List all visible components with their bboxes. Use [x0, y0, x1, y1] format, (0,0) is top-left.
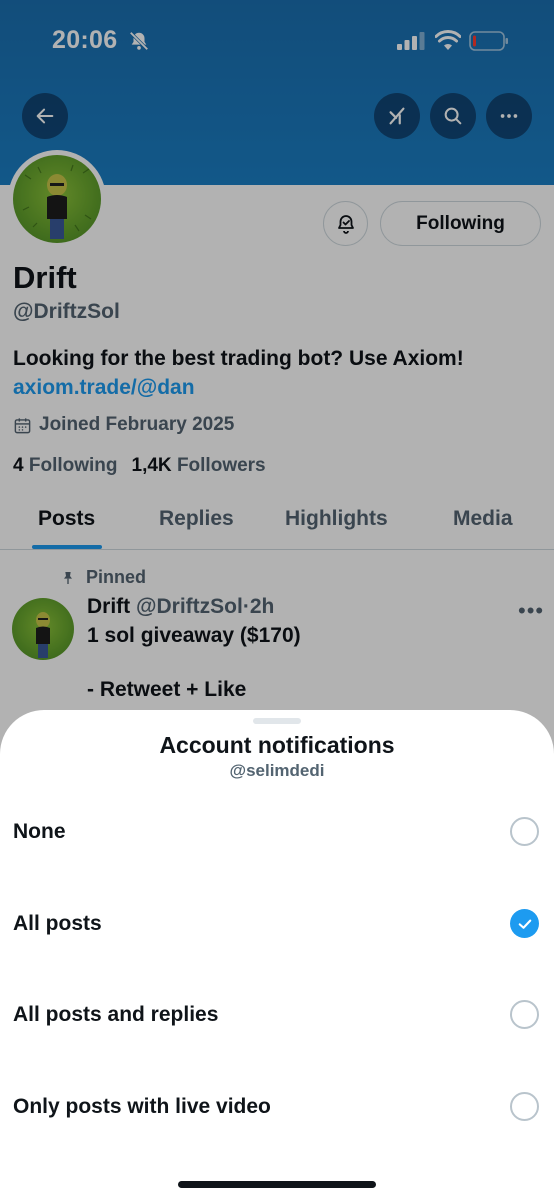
option-label: None — [13, 820, 66, 843]
radio-unchecked[interactable] — [510, 817, 539, 846]
notifications-sheet: Account notifications @selimdedi None Al… — [0, 710, 554, 1200]
option-all-posts-and-replies[interactable]: All posts and replies — [0, 985, 554, 1045]
home-indicator[interactable] — [178, 1181, 376, 1188]
option-all-posts[interactable]: All posts — [0, 894, 554, 954]
option-label: All posts and replies — [13, 1003, 219, 1026]
radio-unchecked[interactable] — [510, 1000, 539, 1029]
checkmark-icon — [518, 919, 531, 929]
option-label: All posts — [13, 912, 102, 935]
sheet-grabber[interactable] — [253, 718, 301, 724]
sheet-title: Account notifications — [159, 732, 395, 758]
radio-checked[interactable] — [510, 909, 539, 938]
sheet-subtitle: @selimdedi — [229, 761, 325, 780]
option-live-video[interactable]: Only posts with live video — [0, 1077, 554, 1137]
radio-unchecked[interactable] — [510, 1092, 539, 1121]
option-label: Only posts with live video — [13, 1095, 271, 1118]
option-none[interactable]: None — [0, 802, 554, 862]
